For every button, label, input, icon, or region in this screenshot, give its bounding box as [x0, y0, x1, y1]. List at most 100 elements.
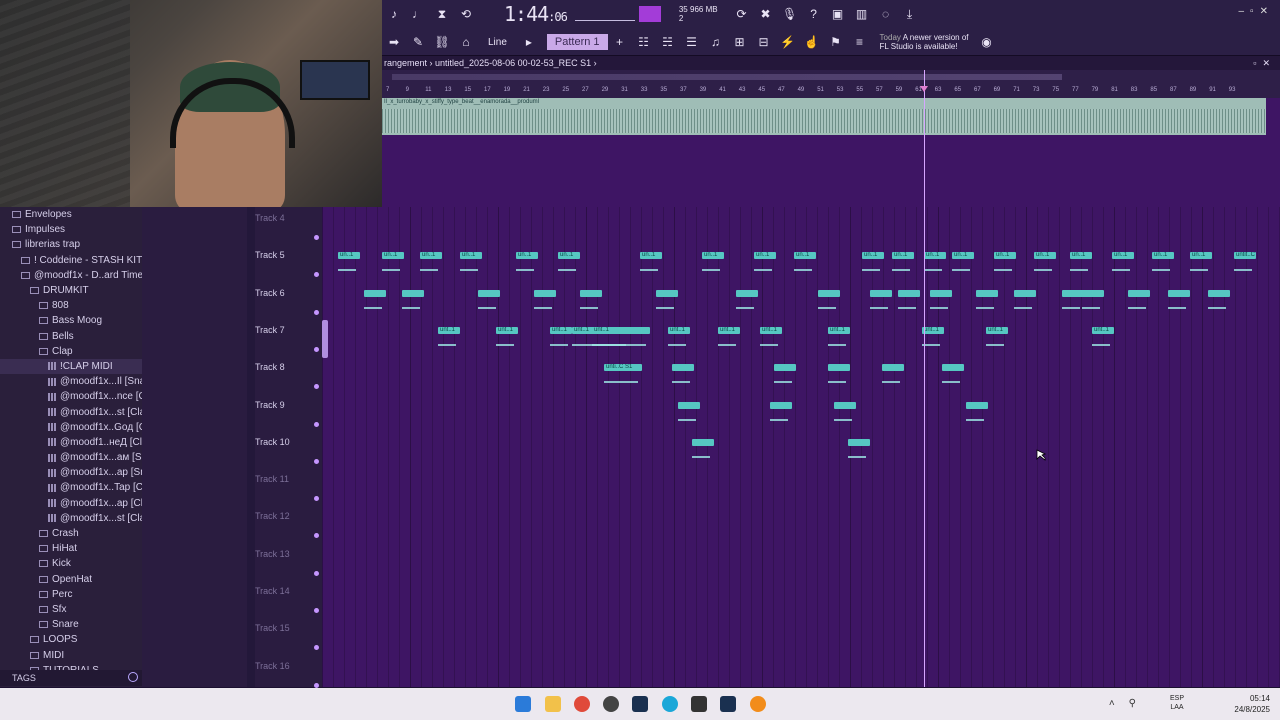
browser-folder[interactable]: HiHat	[0, 541, 142, 556]
pattern-clip[interactable]	[818, 289, 840, 297]
track-mute-dot[interactable]	[314, 421, 319, 427]
touch-icon[interactable]: ☝	[802, 33, 822, 51]
pattern-clip[interactable]: un..1	[558, 252, 580, 260]
browser-file[interactable]: !CLAP MIDI	[0, 358, 142, 375]
track-header[interactable]: Track 4	[255, 209, 322, 246]
pattern-clip[interactable]	[1062, 289, 1084, 297]
browser-folder[interactable]: Crash	[0, 526, 142, 541]
track-header[interactable]: Track 15	[255, 619, 322, 656]
pattern-clip[interactable]	[898, 289, 920, 297]
browser-folder[interactable]: Sfx	[0, 602, 142, 617]
capcut-icon[interactable]	[691, 696, 707, 712]
help-icon[interactable]: ?	[804, 5, 824, 23]
browser-folder[interactable]: Clap	[0, 344, 142, 359]
pattern-clip[interactable]: unt..1	[760, 326, 782, 334]
playhead-marker[interactable]	[920, 86, 928, 92]
pattern-clip[interactable]	[692, 438, 714, 446]
browser-file[interactable]: @moodf1x...Il [Snap]	[0, 374, 142, 389]
search-icon[interactable]	[128, 672, 138, 682]
undo-icon[interactable]: ⟳	[732, 5, 752, 23]
pattern-clip[interactable]	[672, 364, 694, 372]
browser-file[interactable]: @moodf1x...ap [Snap]	[0, 465, 142, 480]
pattern-clip[interactable]	[402, 289, 424, 297]
pattern-clip[interactable]: unt..1	[592, 326, 650, 334]
playhead-line[interactable]	[924, 70, 925, 687]
pattern-clip[interactable]	[870, 289, 892, 297]
timeline-ruler[interactable]: 7 9 11 13 15 17 19 21 23 25 27 29 31 33 35 37 39 41 43 45 47…	[382, 84, 1280, 98]
browser-folder[interactable]: DRUMKIT	[0, 283, 142, 298]
arrow-right-icon[interactable]: ➡	[384, 33, 404, 51]
track-header[interactable]: Track 7	[255, 321, 322, 358]
pattern-clip[interactable]: unt..1	[828, 326, 850, 334]
pattern-clip[interactable]: un..1	[1152, 252, 1174, 260]
pattern-clip[interactable]: un..1	[382, 252, 404, 260]
pattern-clip[interactable]: unt..1	[668, 326, 690, 334]
chat-icon[interactable]: ◌	[876, 5, 896, 23]
browser-file[interactable]: @moodf1x...nce [Clap]	[0, 389, 142, 404]
browser-folder[interactable]: Perc	[0, 587, 142, 602]
track-header[interactable]: Track 5	[255, 246, 322, 283]
pattern-clip[interactable]	[930, 289, 952, 297]
steam-alt-icon[interactable]	[720, 696, 736, 712]
browser-folder[interactable]: OpenHat	[0, 572, 142, 587]
pattern-clip[interactable]: un..1	[952, 252, 974, 260]
pattern-clip[interactable]	[828, 364, 850, 372]
browser-folder[interactable]: Impulses	[0, 222, 142, 237]
pattern-clip[interactable]	[736, 289, 758, 297]
pattern-clip[interactable]	[1082, 289, 1104, 297]
piano-roll-icon[interactable]: ♫	[706, 33, 726, 51]
track-header[interactable]: Track 12	[255, 507, 322, 544]
pattern-clip[interactable]: un..1	[420, 252, 442, 260]
track-mute-dot[interactable]	[314, 645, 319, 651]
browser-folder[interactable]: Bass Moog	[0, 313, 142, 328]
pattern-clip[interactable]: un..1	[516, 252, 538, 260]
globe-icon[interactable]: ◉	[977, 33, 997, 51]
pattern-clip[interactable]: unt..1	[986, 326, 1008, 334]
browser-file[interactable]: @moodf1x...ам [Snap]	[0, 450, 142, 465]
snap-selector[interactable]: Line	[488, 37, 507, 48]
clock[interactable]: 05:14 24/8/2025	[1234, 693, 1270, 715]
pattern-clip[interactable]: un..1	[892, 252, 914, 260]
pattern-clip[interactable]	[1014, 289, 1036, 297]
file-explorer-icon[interactable]	[545, 696, 561, 712]
tools-icon[interactable]: ✖	[756, 5, 776, 23]
track-mute-dot[interactable]	[314, 346, 319, 352]
pattern-clip[interactable]	[1208, 289, 1230, 297]
track-scroll-handle[interactable]	[322, 320, 328, 358]
pattern-clip[interactable]	[774, 364, 796, 372]
pattern-clip[interactable]: un..1	[1112, 252, 1134, 260]
stamp-icon[interactable]: ⌂	[456, 33, 476, 51]
song-position-display[interactable]: 1:44:06	[504, 2, 568, 26]
browser-file[interactable]: @moodf1x...st [Clap]	[0, 511, 142, 526]
browser-folder[interactable]: Bells	[0, 329, 142, 344]
fl-studio-icon[interactable]	[750, 696, 766, 712]
pattern-clip[interactable]: un..1	[862, 252, 884, 260]
pattern-clip[interactable]	[882, 364, 904, 372]
track-mute-dot[interactable]	[314, 384, 319, 390]
pattern-clip[interactable]: un..1	[338, 252, 360, 260]
browser-file[interactable]: @moodf1x..Tap [Clap]	[0, 480, 142, 495]
pattern-clip[interactable]: unt..1	[496, 326, 518, 334]
pattern-clip[interactable]: un..1	[924, 252, 946, 260]
track-header[interactable]: Track 8	[255, 358, 322, 395]
pattern-clip[interactable]	[1168, 289, 1190, 297]
pencil-icon[interactable]: ✎	[408, 33, 428, 51]
browser-folder[interactable]: Snare	[0, 617, 142, 632]
pattern-clip[interactable]: un..1	[702, 252, 724, 260]
pattern-clip[interactable]: un..1	[1070, 252, 1092, 260]
system-tray[interactable]: ˄⚲	[1109, 698, 1150, 709]
pattern-clip[interactable]: un..1	[994, 252, 1016, 260]
play-mode-icon[interactable]: ♪	[384, 5, 404, 23]
track-mute-dot[interactable]	[314, 272, 319, 278]
track-header[interactable]: Track 10	[255, 433, 322, 470]
pattern-clip[interactable]: untit..C S1	[1234, 252, 1256, 260]
link-icon[interactable]: ⛓	[432, 33, 452, 51]
pattern-clip[interactable]	[580, 289, 602, 297]
track-mute-dot[interactable]	[314, 235, 319, 240]
pattern-clip[interactable]: un..1	[1190, 252, 1212, 260]
pattern-clip[interactable]	[534, 289, 556, 297]
pattern-clip[interactable]: un..1	[794, 252, 816, 260]
mixer-icon[interactable]: ☰	[682, 33, 702, 51]
browser-folder[interactable]: Envelopes	[0, 207, 142, 222]
playlist-window-controls[interactable]: ▫✕	[1253, 56, 1276, 70]
